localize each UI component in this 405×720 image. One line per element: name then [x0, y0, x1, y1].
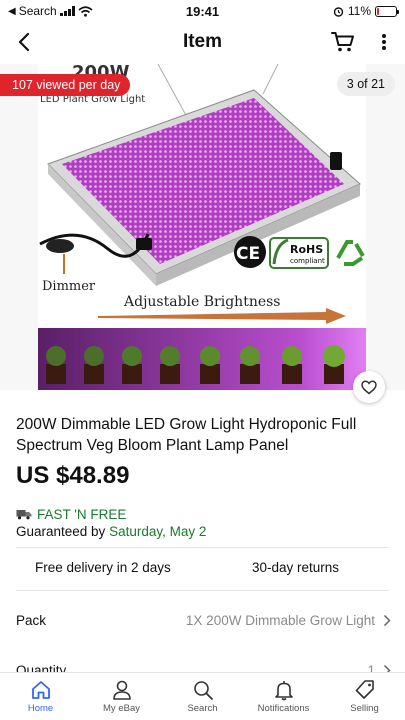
- bottom-tab-bar: Home My eBay Search Notifications Sellin…: [0, 672, 405, 720]
- cart-icon: [331, 32, 354, 52]
- back-to-app-label[interactable]: Search: [19, 4, 57, 18]
- more-options-button[interactable]: [373, 28, 395, 56]
- battery-level-fill: [377, 7, 379, 15]
- viewed-per-day-badge: 107 viewed per day: [0, 74, 131, 96]
- product-title: 200W Dimmable LED Grow Light Hydroponic …: [16, 416, 357, 454]
- rohs-text: RoHS: [290, 243, 323, 256]
- tab-search[interactable]: Search: [162, 673, 243, 720]
- chevron-right-icon: [383, 614, 391, 626]
- pack-value: 1X 200W Dimmable Grow Light: [185, 612, 375, 628]
- back-button[interactable]: [10, 28, 38, 56]
- recycle-icon: [336, 240, 365, 266]
- guaranteed-date: Saturday, May 2: [109, 524, 207, 539]
- tab-selling-label: Selling: [350, 703, 379, 714]
- bell-icon: [274, 681, 293, 701]
- pack-label: Pack: [16, 612, 47, 628]
- image-gallery[interactable]: 200W LED Plant Grow Light Dimmer CE RoHS…: [0, 64, 405, 390]
- guaranteed-delivery: Guaranteed by Saturday, May 2: [16, 524, 206, 539]
- product-price: US $48.89: [16, 462, 130, 489]
- rohs-compliant-text: compliant: [290, 257, 325, 265]
- more-vertical-icon: [382, 34, 386, 50]
- tab-home-label: Home: [27, 703, 54, 714]
- search-icon: [193, 681, 213, 700]
- back-to-app-arrow-icon[interactable]: ◀: [8, 6, 16, 17]
- returns-feature: 30-day returns: [252, 560, 340, 575]
- person-icon: [112, 680, 131, 700]
- dimmer-label-text: Dimmer: [42, 279, 96, 294]
- chevron-left-icon: [18, 32, 30, 52]
- status-bar: ◀ Search 19:41 11%: [0, 0, 405, 22]
- product-image[interactable]: 200W LED Plant Grow Light Dimmer CE RoHS…: [38, 64, 366, 390]
- guaranteed-prefix: Guaranteed by: [16, 524, 110, 539]
- tab-search-label: Search: [187, 703, 218, 714]
- fast-n-free-label: FAST 'N FREE: [37, 507, 127, 522]
- cart-button[interactable]: [329, 28, 357, 56]
- nav-bar: Item: [0, 22, 405, 62]
- tab-notifications-label: Notifications: [257, 703, 310, 714]
- watch-button[interactable]: [353, 371, 385, 403]
- tab-my-ebay[interactable]: My eBay: [81, 673, 162, 720]
- alarm-icon: [333, 6, 344, 17]
- heart-icon: [361, 380, 377, 394]
- divider: [16, 547, 389, 548]
- status-right: 11%: [333, 4, 399, 18]
- tab-home[interactable]: Home: [0, 673, 81, 720]
- fast-n-free-badge: FAST 'N FREE: [16, 507, 126, 522]
- divider: [16, 590, 389, 591]
- truck-icon: [16, 510, 32, 520]
- tag-icon: [355, 680, 374, 699]
- battery-icon: [375, 5, 399, 17]
- photo-counter: 3 of 21: [336, 72, 395, 96]
- tab-notifications[interactable]: Notifications: [243, 673, 324, 720]
- cellular-signal-icon: [59, 6, 75, 16]
- tab-my-ebay-label: My eBay: [103, 703, 140, 714]
- battery-percent: 11%: [347, 4, 371, 18]
- free-delivery-feature: Free delivery in 2 days: [35, 560, 171, 575]
- grow-light-illustration: 200W LED Plant Grow Light Dimmer CE RoHS…: [38, 64, 366, 390]
- status-left[interactable]: ◀ Search: [8, 4, 93, 18]
- wifi-icon: [78, 5, 93, 17]
- ce-mark-text: CE: [236, 244, 260, 264]
- home-icon: [31, 681, 50, 699]
- pack-selector[interactable]: Pack 1X 200W Dimmable Grow Light: [16, 610, 391, 630]
- page-title: Item: [182, 31, 223, 52]
- tab-selling[interactable]: Selling: [324, 673, 405, 720]
- brightness-label-text: Adjustable Brightness: [123, 294, 281, 310]
